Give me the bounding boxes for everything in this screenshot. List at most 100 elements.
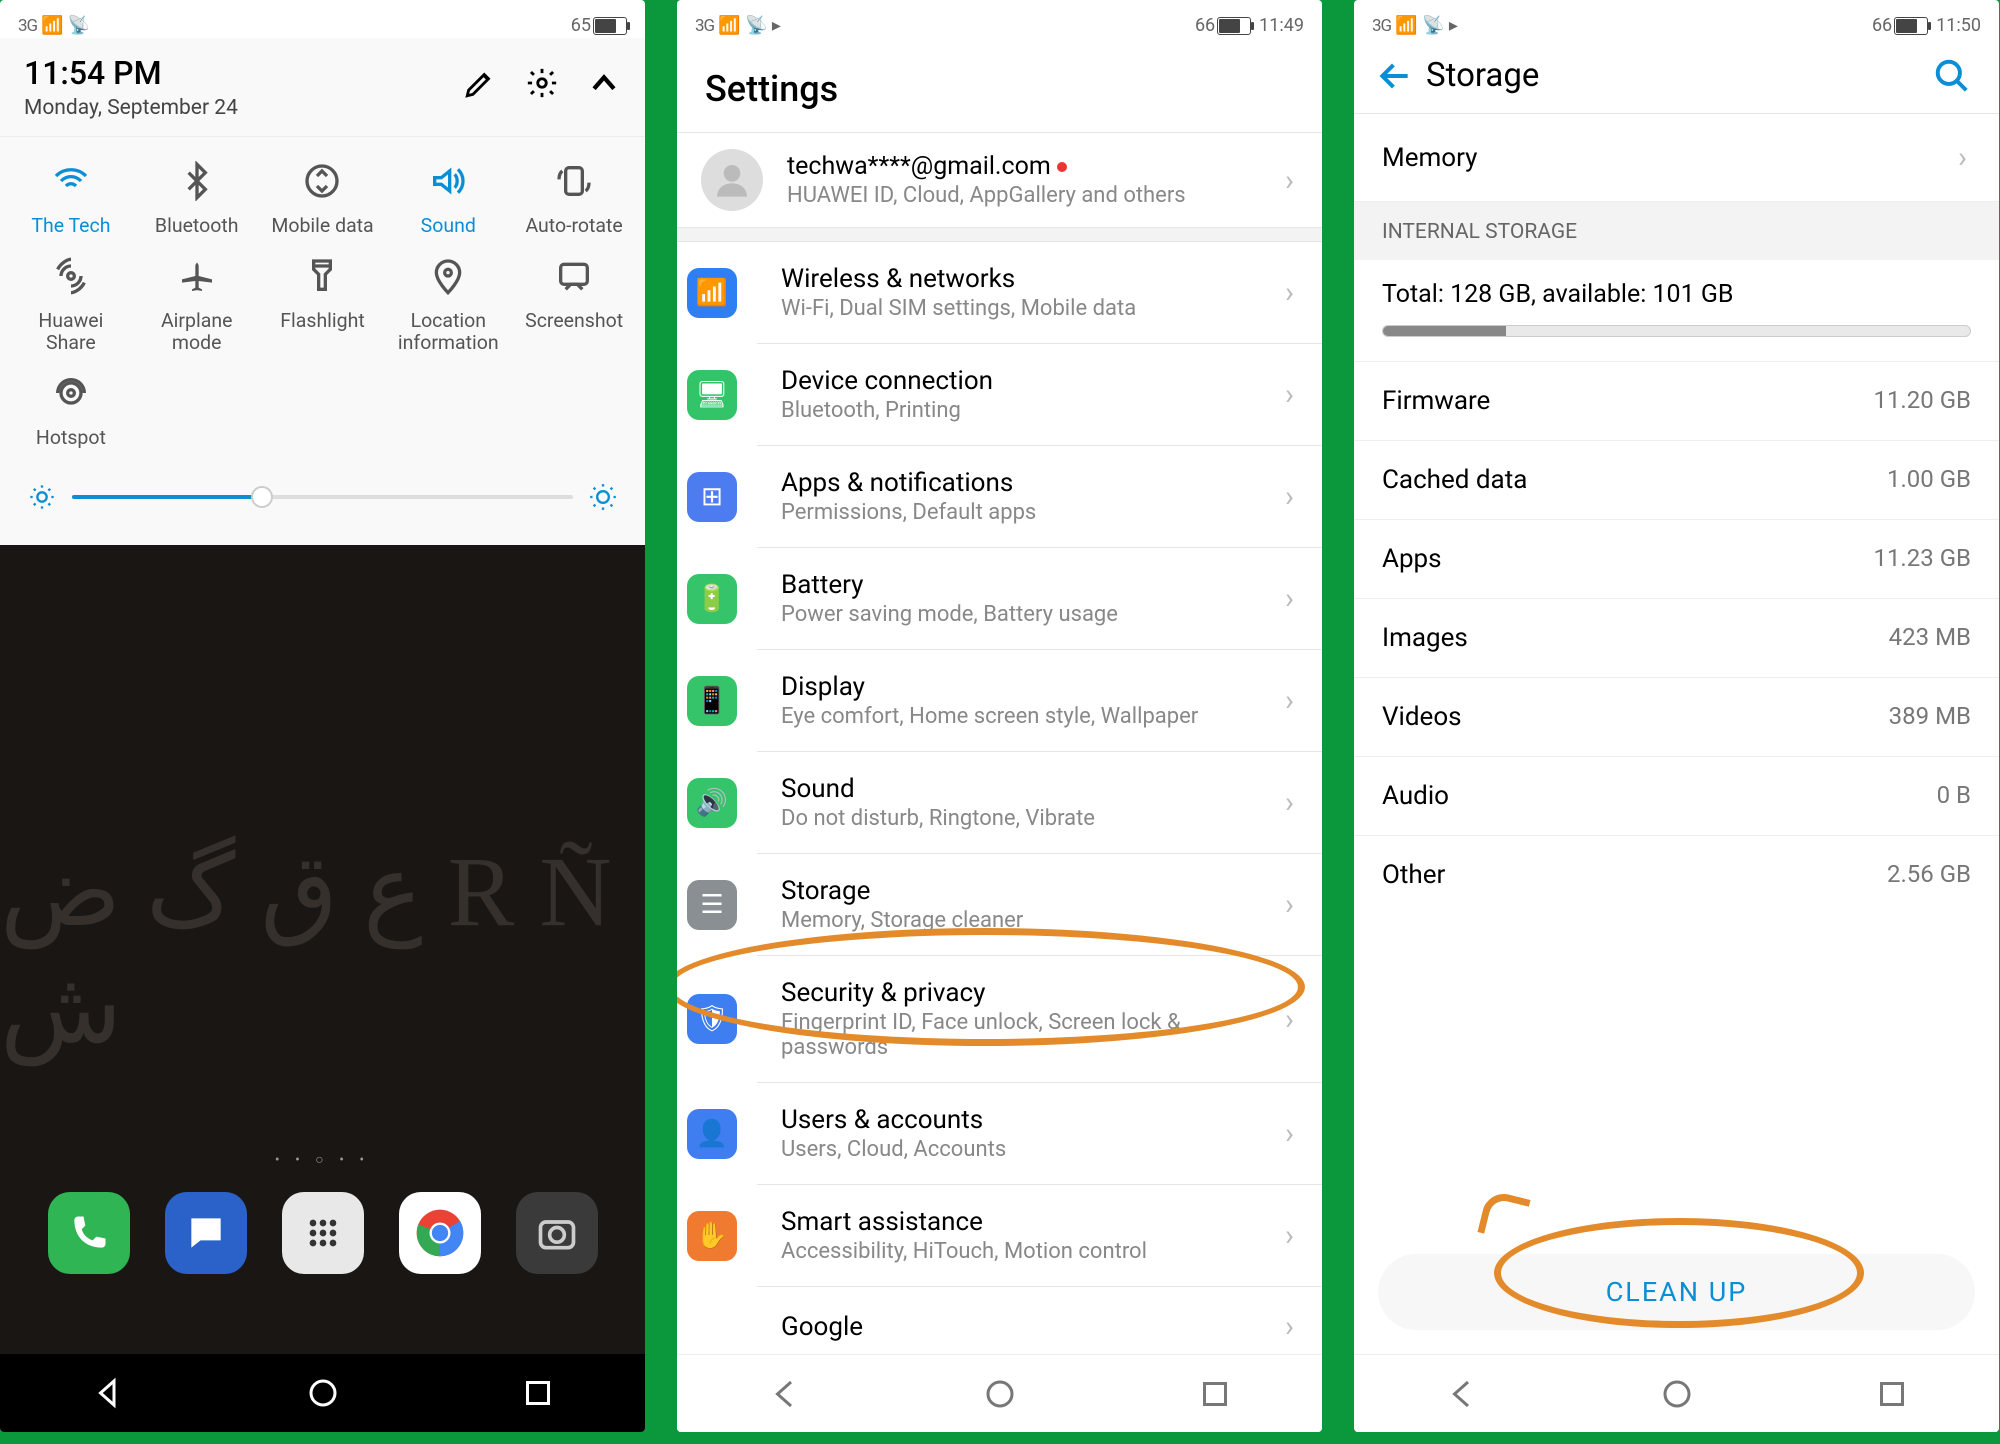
- chevron-right-icon: ›: [1285, 479, 1298, 514]
- row-subtitle: Users, Cloud, Accounts: [781, 1137, 1006, 1162]
- cleanup-button[interactable]: CLEAN UP: [1378, 1254, 1975, 1330]
- chevron-right-icon: ›: [1285, 1309, 1298, 1344]
- home-wallpaper: ع ق گ ض R Ñ ش • • ○ • •: [0, 545, 645, 1354]
- phone-panel-1: 3G 📶 📡 65 11:54 PM Monday, September 24: [0, 0, 645, 1432]
- row-security[interactable]: 🛡Security & privacyFingerprint ID, Face …: [757, 956, 1322, 1083]
- tile-airplane[interactable]: Airplane mode: [134, 246, 260, 363]
- page-indicator: • • ○ • •: [0, 1151, 645, 1168]
- signal-indicator: 3G: [695, 16, 714, 36]
- row-images[interactable]: Images423 MB: [1354, 598, 1999, 677]
- tile-label: Screenshot: [525, 310, 623, 331]
- tile-label: Flashlight: [280, 310, 364, 331]
- tile-mobile-data[interactable]: Mobile data: [260, 151, 386, 246]
- row-apps[interactable]: Apps11.23 GB: [1354, 519, 1999, 598]
- search-icon[interactable]: [1933, 57, 1971, 95]
- row-label: Firmware: [1382, 386, 1490, 416]
- edit-icon[interactable]: [463, 66, 497, 100]
- collapse-icon[interactable]: [587, 66, 621, 100]
- row-subtitle: Wi-Fi, Dual SIM settings, Mobile data: [781, 296, 1136, 321]
- nav-back-icon[interactable]: [90, 1375, 126, 1411]
- dock: [0, 1192, 645, 1274]
- row-storage[interactable]: ☰StorageMemory, Storage cleaner›: [757, 854, 1322, 956]
- row-subtitle: Power saving mode, Battery usage: [781, 602, 1118, 627]
- back-arrow-icon[interactable]: [1376, 57, 1414, 95]
- status-bar: 3G📶 📡 ▸ 66 11:49: [677, 0, 1322, 38]
- nav-bar: [0, 1354, 645, 1432]
- tile-autorotate[interactable]: Auto-rotate: [511, 151, 637, 246]
- nav-back-icon[interactable]: [767, 1376, 803, 1412]
- row-google[interactable]: Google›: [757, 1287, 1322, 1354]
- row-label: Audio: [1382, 781, 1449, 811]
- tile-hotspot[interactable]: Hotspot: [8, 363, 134, 458]
- row-sound[interactable]: 🔊SoundDo not disturb, Ringtone, Vibrate›: [757, 752, 1322, 854]
- battery-icon: 🔋: [687, 574, 737, 624]
- row-other[interactable]: Other2.56 GB: [1354, 835, 1999, 914]
- row-audio[interactable]: Audio 0 B: [1354, 756, 1999, 835]
- settings-list[interactable]: techwa****@gmail.com HUAWEI ID, Cloud, A…: [677, 133, 1322, 1354]
- app-messages[interactable]: [165, 1192, 247, 1274]
- tile-screenshot[interactable]: Screenshot: [511, 246, 637, 363]
- row-battery[interactable]: 🔋BatteryPower saving mode, Battery usage…: [757, 548, 1322, 650]
- tile-flashlight[interactable]: Flashlight: [260, 246, 386, 363]
- app-phone[interactable]: [48, 1192, 130, 1274]
- storage-list: Memory › INTERNAL STORAGE Total: 128 GB,…: [1354, 114, 1999, 1230]
- tile-label: Auto-rotate: [525, 215, 622, 236]
- row-memory[interactable]: Memory ›: [1354, 114, 1999, 202]
- row-device-connection[interactable]: 🖥Device connectionBluetooth, Printing›: [757, 344, 1322, 446]
- tile-location[interactable]: Location information: [385, 246, 511, 363]
- account-row[interactable]: techwa****@gmail.com HUAWEI ID, Cloud, A…: [677, 133, 1322, 228]
- nav-recent-icon[interactable]: [520, 1375, 556, 1411]
- app-drawer[interactable]: [282, 1192, 364, 1274]
- app-chrome[interactable]: [399, 1192, 481, 1274]
- clock-time: 11:54 PM: [24, 54, 238, 92]
- brightness-slider[interactable]: [72, 495, 573, 499]
- nav-recent-icon[interactable]: [1874, 1376, 1910, 1412]
- tile-bluetooth[interactable]: Bluetooth: [134, 151, 260, 246]
- wifi-icon: 📶: [687, 268, 737, 318]
- nav-back-icon[interactable]: [1444, 1376, 1480, 1412]
- row-firmware[interactable]: Firmware11.20 GB: [1354, 361, 1999, 440]
- account-email: techwa****@gmail.com: [787, 152, 1051, 181]
- nav-recent-icon[interactable]: [1197, 1376, 1233, 1412]
- notification-shade: 11:54 PM Monday, September 24 The Tech B…: [0, 38, 645, 545]
- row-label: Other: [1382, 860, 1445, 890]
- row-apps[interactable]: ⊞Apps & notificationsPermissions, Defaul…: [757, 446, 1322, 548]
- row-label: Memory: [1382, 143, 1477, 173]
- row-subtitle: Fingerprint ID, Face unlock, Screen lock…: [781, 1010, 1261, 1060]
- chevron-right-icon: ›: [1958, 140, 1971, 175]
- chevron-right-icon: ›: [1285, 1218, 1298, 1253]
- nav-home-icon[interactable]: [1659, 1376, 1695, 1412]
- row-smart-assistance[interactable]: ✋Smart assistanceAccessibility, HiTouch,…: [757, 1185, 1322, 1287]
- row-videos[interactable]: Videos389 MB: [1354, 677, 1999, 756]
- row-label: Wireless & networks: [781, 264, 1136, 294]
- row-users[interactable]: 👤Users & accountsUsers, Cloud, Accounts›: [757, 1083, 1322, 1185]
- row-display[interactable]: 📱DisplayEye comfort, Home screen style, …: [757, 650, 1322, 752]
- tile-label: The Tech: [31, 215, 110, 236]
- tile-wifi[interactable]: The Tech: [8, 151, 134, 246]
- row-subtitle: Eye comfort, Home screen style, Wallpape…: [781, 704, 1198, 729]
- row-label: Battery: [781, 570, 1118, 600]
- clock-date: Monday, September 24: [24, 96, 238, 120]
- battery-indicator: 65: [571, 15, 627, 36]
- row-subtitle: Do not disturb, Ringtone, Vibrate: [781, 806, 1095, 831]
- row-value: 0 B: [1937, 781, 1971, 811]
- phone-panel-3: 3G📶 📡 ▸ 66 11:50 Storage Memory › INTERN…: [1354, 0, 1999, 1432]
- status-bar: 3G📶 📡 ▸ 66 11:50: [1354, 0, 1999, 38]
- chevron-right-icon: ›: [1285, 785, 1298, 820]
- tile-huawei-share[interactable]: Huawei Share: [8, 246, 134, 363]
- chevron-right-icon: ›: [1285, 1116, 1298, 1151]
- row-label: Users & accounts: [781, 1105, 1006, 1135]
- row-label: Images: [1382, 623, 1468, 653]
- nav-home-icon[interactable]: [305, 1375, 341, 1411]
- app-camera[interactable]: [516, 1192, 598, 1274]
- row-wireless[interactable]: 📶Wireless & networksWi-Fi, Dual SIM sett…: [757, 242, 1322, 344]
- settings-gear-icon[interactable]: [525, 66, 559, 100]
- nav-bar: [677, 1354, 1322, 1432]
- chevron-right-icon: ›: [1285, 1002, 1298, 1037]
- display-icon: 📱: [687, 676, 737, 726]
- nav-home-icon[interactable]: [982, 1376, 1018, 1412]
- apps-icon: ⊞: [687, 472, 737, 522]
- row-cached[interactable]: Cached data1.00 GB: [1354, 440, 1999, 519]
- chevron-right-icon: ›: [1285, 163, 1298, 198]
- tile-sound[interactable]: Sound: [385, 151, 511, 246]
